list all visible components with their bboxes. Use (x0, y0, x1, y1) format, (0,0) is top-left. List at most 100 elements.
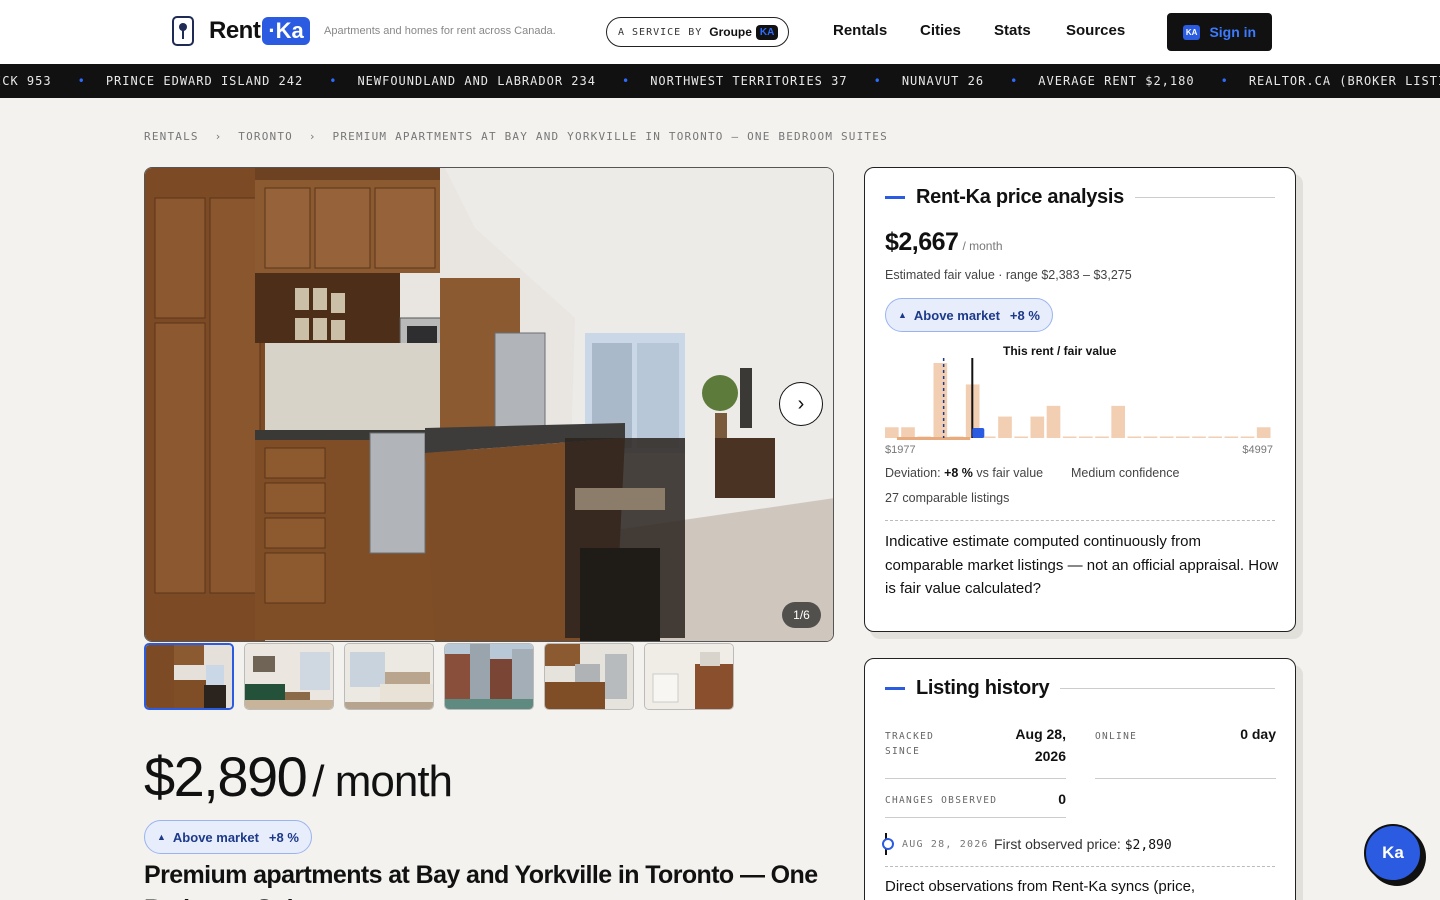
histogram-bar (1111, 405, 1125, 438)
logo-keyhole-icon (172, 16, 194, 46)
triangle-up-icon: ▲ (157, 832, 166, 842)
ticker-item: ICK 953 (0, 74, 52, 88)
deviation-value: +8 % (944, 466, 973, 480)
breadcrumb: RENTALS › TORONTO › PREMIUM APARTMENTS A… (144, 130, 888, 143)
ticker-item: NUNAVUT 26 (901, 74, 985, 88)
assistant-chat-button[interactable]: Ka (1364, 824, 1422, 882)
tracked-since-value: Aug 28, 2026 (1015, 726, 1066, 764)
online-label: ONLINE (1095, 731, 1138, 742)
market-pct: +8 % (268, 829, 299, 845)
this-rent-marker (972, 428, 985, 438)
histogram-bar (1127, 436, 1142, 438)
ticker-item: PRINCE EDWARD ISLAND 242 (105, 74, 304, 88)
thumbnail-2[interactable] (244, 643, 334, 710)
changes-observed-value: 0 (1058, 791, 1066, 807)
estimated-price-period: / month (962, 239, 1003, 253)
ticker-dot-icon: • (1220, 74, 1229, 88)
nav-rentals[interactable]: Rentals (833, 22, 887, 39)
thumbnail-kitchen-image (146, 645, 232, 708)
gallery-next-button[interactable]: › (779, 382, 823, 426)
analysis-market-badge: ▲ Above market +8 % (885, 298, 1053, 332)
estimated-price: $2,667/ month (885, 228, 1003, 257)
stats-ticker: ICK 953 • PRINCE EDWARD ISLAND 242 • NEWFOUN… (0, 64, 1440, 98)
fair-range-band (896, 437, 971, 440)
histogram-bar (885, 427, 899, 438)
comparables-count: 27 comparable listings (885, 491, 1010, 505)
listing-price-period: / month (312, 757, 453, 806)
service-prefix: A SERVICE BY (618, 26, 703, 38)
thumbnail-bedroom-image (345, 644, 433, 709)
deviation-text: Deviation: +8 % vs fair value (885, 466, 1043, 480)
service-badge[interactable]: A SERVICE BY Groupe KA (606, 17, 789, 47)
histogram-bar (1240, 436, 1255, 438)
history-rule (885, 778, 1066, 779)
thumbnail-5[interactable] (544, 643, 634, 710)
nav-cities[interactable]: Cities (920, 22, 961, 39)
history-rule (1095, 778, 1276, 779)
event-date: AUG 28, 2026 (902, 839, 989, 850)
ticker-item: NEWFOUNDLAND AND LABRADOR 234 (357, 74, 596, 88)
nav-sources[interactable]: Sources (1066, 22, 1125, 39)
histogram-rent-label: This rent / fair value (1003, 344, 1117, 358)
ticker-dot-icon: • (329, 74, 338, 88)
heading-accent (885, 196, 905, 199)
online-value: 0 day (1240, 726, 1276, 742)
thumbnail-1[interactable] (144, 643, 234, 710)
event-price: $2,890 (1124, 838, 1172, 853)
ticker-dot-icon: • (621, 74, 631, 88)
histogram-bar (901, 427, 915, 438)
price-histogram: This rent / fair value $1977 $4997 (885, 344, 1273, 456)
nav-stats[interactable]: Stats (994, 22, 1031, 39)
deviation-prefix: Deviation: (885, 466, 941, 480)
event-description: First observed price: $2,890 (994, 836, 1172, 853)
analysis-heading-row: Rent-Ka price analysis (885, 186, 1275, 209)
histogram-bar (1256, 427, 1271, 438)
service-brand-badge: KA (755, 24, 779, 40)
histogram-bar (1046, 405, 1061, 438)
ticker-track: ICK 953 • PRINCE EDWARD ISLAND 242 • NEWFOUN… (0, 74, 1440, 88)
photo-gallery-main[interactable] (144, 167, 834, 642)
thumbnail-6[interactable] (644, 643, 734, 710)
ticker-dot-icon: • (1010, 74, 1019, 88)
chevron-right-icon: › (797, 392, 805, 415)
analysis-market-pct: +8 % (1009, 307, 1040, 323)
breadcrumb-separator: › (214, 130, 223, 143)
market-label: Above market (172, 829, 259, 845)
ticker-item: NORTHWEST TERRITORIES 37 (650, 74, 848, 88)
histogram-min-label: $1977 (885, 444, 916, 456)
event-text: First observed price: (994, 836, 1121, 852)
heading-accent (885, 687, 905, 690)
service-brand: Groupe (709, 25, 752, 39)
sign-in-button[interactable]: KA Sign in (1167, 13, 1272, 51)
tracked-since-label: TRACKED SINCE (885, 731, 935, 757)
listing-price-value: $2,890 (144, 745, 308, 808)
tagline: Apartments and homes for rent across Can… (324, 25, 556, 37)
site-header: Rent ·Ka Apartments and homes for rent a… (0, 0, 1440, 64)
heading-rule (1134, 197, 1275, 198)
breadcrumb-rentals[interactable]: RENTALS (144, 130, 199, 143)
thumbnail-living-room-image (245, 644, 333, 709)
thumbnail-4[interactable] (444, 643, 534, 710)
analysis-market-label: Above market (913, 307, 1000, 323)
listing-history-card: Listing history TRACKED SINCE Aug 28, 20… (864, 658, 1296, 900)
breadcrumb-current: PREMIUM APARTMENTS AT BAY AND YORKVILLE … (332, 130, 888, 143)
breadcrumb-city[interactable]: TORONTO (238, 130, 293, 143)
deviation-suffix: vs fair value (976, 466, 1044, 480)
fair-value-range: Estimated fair value · range $2,383 – $3… (885, 268, 1132, 282)
ticker-item: AVERAGE RENT $2,180 (1038, 74, 1195, 88)
histogram-bar (1079, 436, 1093, 438)
history-footer-note: Direct observations from Rent-Ka syncs (… (885, 878, 1196, 895)
analysis-heading: Rent-Ka price analysis (916, 186, 1124, 208)
logo-badge: ·Ka (262, 17, 310, 45)
divider (885, 866, 1275, 867)
histogram-bar (1095, 436, 1109, 438)
thumbnail-3[interactable] (344, 643, 434, 710)
logo-text: Rent (209, 17, 261, 44)
ticker-dot-icon: • (873, 74, 882, 88)
listing-title: Premium apartments at Bay and Yorkville … (144, 861, 818, 900)
histogram-bar (1224, 436, 1239, 438)
timeline-dot-icon (882, 838, 894, 850)
histogram-bar (1143, 436, 1158, 438)
history-rule (885, 817, 1066, 818)
logo[interactable]: Rent ·Ka (172, 16, 310, 46)
